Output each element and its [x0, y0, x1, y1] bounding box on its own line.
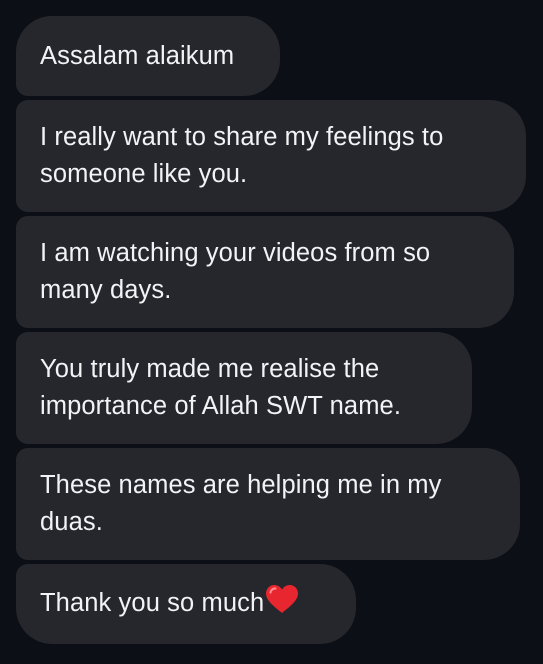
message-bubble[interactable]: These names are helping me in my duas.: [16, 448, 520, 560]
message-bubble[interactable]: I really want to share my feelings to so…: [16, 100, 526, 212]
message-bubble[interactable]: Assalam alaikum: [16, 16, 280, 96]
message-text: importance of Allah SWT name.: [40, 392, 402, 420]
message-bubble[interactable]: Thank you so much: [16, 564, 356, 644]
message-text: I am watching your videos from so: [40, 239, 431, 267]
message-thread: Assalam alaikum I really want to share m…: [0, 0, 543, 664]
message-text-row: Thank you so much: [40, 584, 332, 625]
message-text: Assalam alaikum: [40, 41, 235, 70]
message-text: duas.: [40, 508, 103, 536]
message-text: I really want to share my feelings to: [40, 123, 444, 151]
message-text: someone like you.: [40, 160, 248, 188]
message-text: Thank you so much: [40, 588, 265, 617]
message-text: many days.: [40, 276, 172, 304]
message-text: These names are helping me in my: [40, 471, 442, 499]
message-bubble[interactable]: You truly made me realise the importance…: [16, 332, 472, 444]
red-heart-icon: [265, 584, 299, 625]
message-text: You truly made me realise the: [40, 355, 380, 383]
message-bubble[interactable]: I am watching your videos from so many d…: [16, 216, 514, 328]
